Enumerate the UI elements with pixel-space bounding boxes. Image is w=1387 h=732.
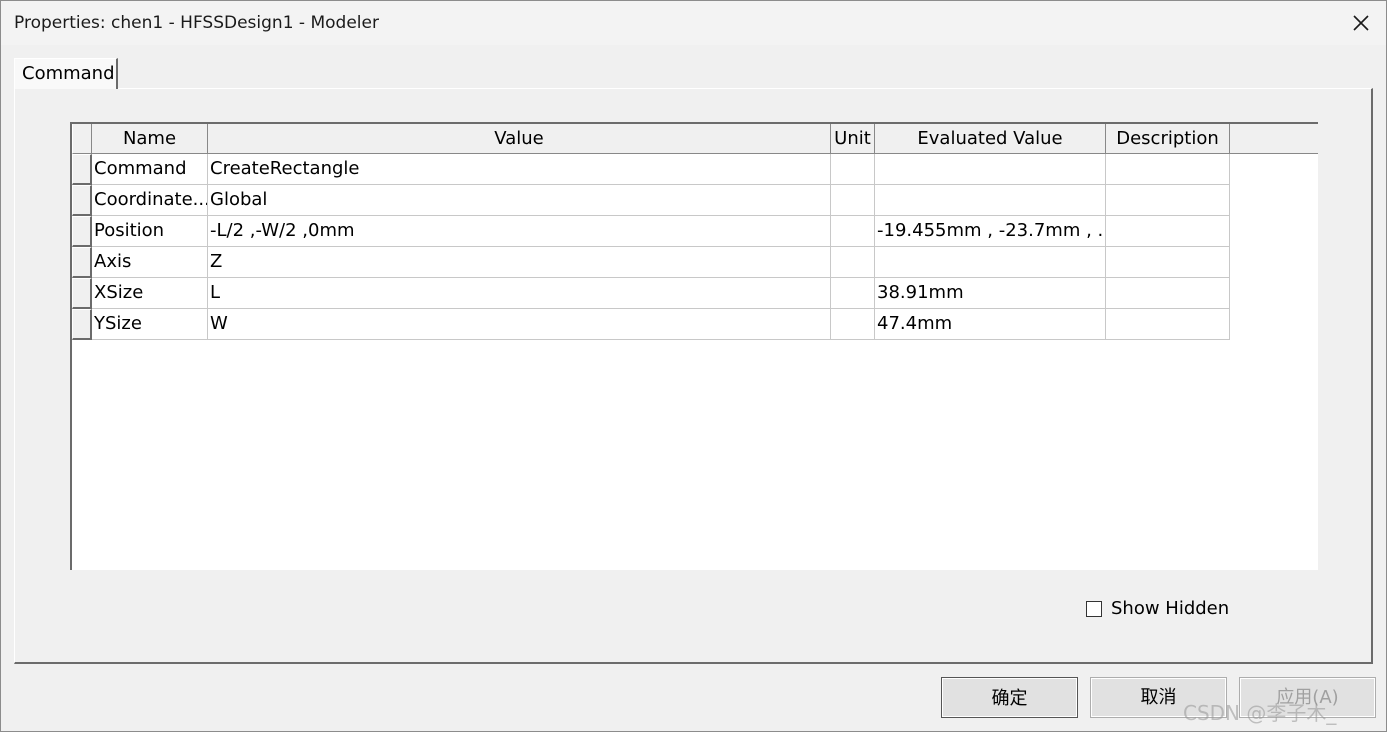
ok-button[interactable]: 确定 xyxy=(941,677,1078,718)
table-cell-unit[interactable] xyxy=(831,247,875,278)
row-header[interactable] xyxy=(72,154,92,185)
table-cell-evaluated xyxy=(875,154,1106,185)
table-cell-name[interactable]: YSize xyxy=(92,309,208,340)
column-header-value[interactable]: Value xyxy=(208,124,831,154)
table-cell-evaluated: -19.455mm , -23.7mm , ... xyxy=(875,216,1106,247)
table-cell-value[interactable]: Z xyxy=(208,247,831,278)
column-header-description[interactable]: Description xyxy=(1106,124,1230,154)
row-header[interactable] xyxy=(72,278,92,309)
column-header-unit[interactable]: Unit xyxy=(831,124,875,154)
table-cell-unit[interactable] xyxy=(831,278,875,309)
table-cell-value[interactable]: -L/2 ,-W/2 ,0mm xyxy=(208,216,831,247)
grid-corner xyxy=(72,124,92,154)
table-cell-evaluated: 47.4mm xyxy=(875,309,1106,340)
table-cell-value[interactable]: CreateRectangle xyxy=(208,154,831,185)
cancel-button[interactable]: 取消 xyxy=(1090,677,1227,718)
table-cell-evaluated: 38.91mm xyxy=(875,278,1106,309)
row-header[interactable] xyxy=(72,247,92,278)
properties-dialog: Properties: chen1 - HFSSDesign1 - Modele… xyxy=(0,0,1387,732)
table-cell-unit[interactable] xyxy=(831,185,875,216)
table-cell-unit[interactable] xyxy=(831,216,875,247)
window-title: Properties: chen1 - HFSSDesign1 - Modele… xyxy=(14,13,379,33)
table-cell-unit[interactable] xyxy=(831,309,875,340)
properties-grid: Name Value Unit Evaluated Value Descript… xyxy=(70,122,1318,570)
table-cell-description[interactable] xyxy=(1106,247,1230,278)
column-header-filler xyxy=(1230,124,1318,154)
row-header[interactable] xyxy=(72,309,92,340)
column-header-evaluated-value[interactable]: Evaluated Value xyxy=(875,124,1106,154)
table-cell-evaluated xyxy=(875,247,1106,278)
table-cell-value[interactable]: W xyxy=(208,309,831,340)
show-hidden-checkbox[interactable] xyxy=(1086,601,1102,617)
table-cell-description[interactable] xyxy=(1106,185,1230,216)
close-icon xyxy=(1353,15,1369,31)
table-cell-description[interactable] xyxy=(1106,278,1230,309)
table-cell-evaluated xyxy=(875,185,1106,216)
table-cell-name[interactable]: Position xyxy=(92,216,208,247)
tab-command[interactable]: Command xyxy=(14,58,118,89)
table-cell-value[interactable]: Global xyxy=(208,185,831,216)
apply-button[interactable]: 应用(A) xyxy=(1239,677,1376,718)
close-button[interactable] xyxy=(1336,1,1386,45)
show-hidden-label[interactable]: Show Hidden xyxy=(1111,598,1229,619)
title-bar: Properties: chen1 - HFSSDesign1 - Modele… xyxy=(1,1,1386,45)
row-header[interactable] xyxy=(72,185,92,216)
table-cell-description[interactable] xyxy=(1106,216,1230,247)
table-cell-unit[interactable] xyxy=(831,154,875,185)
row-header[interactable] xyxy=(72,216,92,247)
table-cell-name[interactable]: XSize xyxy=(92,278,208,309)
table-cell-name[interactable]: Command xyxy=(92,154,208,185)
column-header-name[interactable]: Name xyxy=(92,124,208,154)
table-cell-name[interactable]: Coordinate... xyxy=(92,185,208,216)
table-cell-value[interactable]: L xyxy=(208,278,831,309)
table-cell-description[interactable] xyxy=(1106,154,1230,185)
table-cell-description[interactable] xyxy=(1106,309,1230,340)
table-cell-name[interactable]: Axis xyxy=(92,247,208,278)
